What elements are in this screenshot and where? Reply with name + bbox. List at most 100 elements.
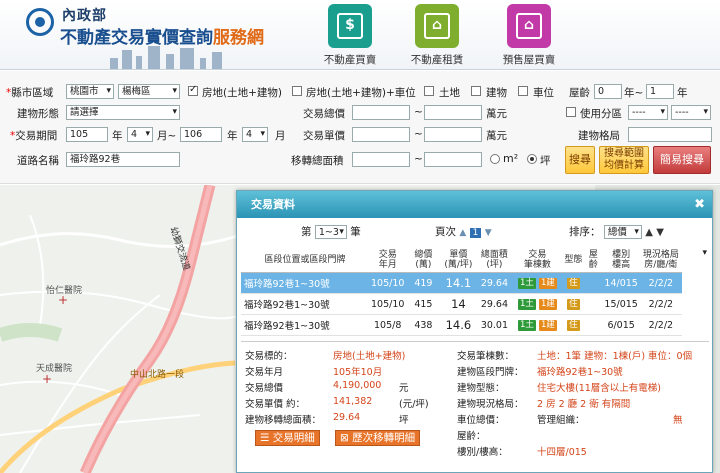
transfer-history-button[interactable]: ⊠ 歷次移轉明細	[335, 430, 421, 446]
cell-count: 1土 1建	[512, 314, 563, 336]
period-to-year-input[interactable]: 106	[180, 127, 222, 142]
range-suffix: 筆	[350, 226, 361, 238]
sort-select[interactable]: 總價	[603, 225, 642, 239]
cell-layout: 2/2/2	[639, 293, 682, 315]
type-land-checkbox[interactable]	[424, 86, 434, 96]
road-input[interactable]: 福玲路92巷	[66, 152, 180, 167]
table-row[interactable]: 福玲路92巷1~30號 105/10 419 14.1 29.64 1土 1建 …	[241, 272, 709, 294]
type-building-checkbox[interactable]	[471, 86, 481, 96]
sort-desc-icon[interactable]: ▼	[656, 227, 664, 238]
use-zone-select-b[interactable]: ----	[671, 105, 711, 120]
district-select[interactable]: 楊梅區	[118, 84, 180, 99]
search-button[interactable]: 搜尋	[565, 146, 595, 174]
triangle-down-icon[interactable]: ▼	[485, 228, 492, 238]
land-badge: 1土	[517, 320, 536, 331]
house-dollar-icon: $	[328, 4, 372, 48]
cell-type: 住	[562, 293, 585, 315]
use-zone-select-a[interactable]: ----	[628, 105, 668, 120]
detail-unit-value: 141,382	[333, 396, 373, 407]
type-land-building-parking-label: 房地(土地+建物)+車位	[306, 87, 416, 99]
use-zone-checkbox[interactable]	[566, 107, 576, 117]
col-header-layout[interactable]: 現況格局 房/廳/衛	[639, 248, 682, 273]
house-presale-icon: ⌂	[507, 4, 551, 48]
detail-date-value: 105年10月	[333, 367, 383, 378]
nav-label: 不動產租賃	[410, 54, 464, 66]
unit-price-max-input[interactable]	[424, 127, 482, 142]
period-from-year-input[interactable]: 105	[66, 127, 108, 142]
nav-presale-sale[interactable]: ⌂ 預售屋買賣	[494, 4, 564, 68]
cell-area: 29.64	[476, 293, 513, 315]
range-search-line2: 均價計算	[604, 160, 644, 171]
cell-total: 415	[406, 293, 441, 315]
cell-count: 1土 1建	[512, 272, 563, 294]
col-header-date[interactable]: 交易 年月	[369, 248, 407, 273]
unit-ping-label: 坪	[540, 155, 551, 167]
area-tilde: ~	[414, 153, 423, 165]
range-search-button[interactable]: 搜尋範圍 均價計算	[599, 146, 649, 174]
type-land-building-checkbox[interactable]	[188, 84, 198, 96]
col-header-area[interactable]: 總面積 (坪)	[476, 248, 513, 273]
ministry-logo-icon[interactable]	[26, 8, 54, 36]
cell-total: 419	[406, 272, 441, 294]
range-select[interactable]: 1~3	[314, 225, 347, 239]
period-from-month-select[interactable]: 4	[127, 127, 153, 142]
table-row[interactable]: 福玲路92巷1~30號 105/10 415 14 29.64 1土 1建 住 …	[241, 293, 709, 315]
period-to-month-select[interactable]: 4	[242, 127, 268, 142]
cell-count: 1土 1建	[512, 293, 563, 315]
area-min-input[interactable]	[352, 152, 410, 167]
col-header-count[interactable]: 交易 筆棟數	[512, 248, 563, 273]
col-header-type[interactable]: 型態	[562, 248, 585, 273]
period-label: *交易期間	[10, 130, 58, 142]
age-to-input[interactable]: 1	[646, 84, 674, 99]
col-header-address[interactable]: 區段位置或區段門牌	[241, 248, 369, 273]
layout-input[interactable]	[628, 127, 712, 142]
cell-area: 30.01	[476, 314, 513, 336]
cell-age	[584, 293, 603, 315]
age-label: 屋齡	[569, 87, 590, 99]
page-number[interactable]: 1	[469, 228, 482, 238]
col-header-total[interactable]: 總價 (萬)	[406, 248, 441, 273]
close-icon[interactable]: ✖	[694, 191, 705, 218]
unit-m2-radio[interactable]	[490, 154, 500, 164]
unit-ping-radio[interactable]	[527, 154, 537, 164]
sort-label: 排序：	[569, 226, 601, 238]
sort-asc-icon[interactable]: ▲	[645, 227, 653, 238]
triangle-up-icon[interactable]: ▲	[459, 228, 466, 238]
building-form-select[interactable]: 請選擇	[66, 105, 180, 120]
simple-search-button[interactable]: 簡易搜尋	[653, 146, 711, 174]
ministry-name: 內政部	[62, 8, 107, 24]
unit-price-min-input[interactable]	[352, 127, 410, 142]
col-header-unit-price[interactable]: 單價 (萬/坪)	[440, 248, 477, 273]
panel-header: 交易資料 ✖	[237, 191, 712, 218]
nav-real-estate-rent[interactable]: ⌂ 不動產租賃	[402, 4, 472, 68]
use-zone-label: 使用分區	[580, 108, 622, 120]
detail-layout-value: 2 房 2 廳 2 衛 有隔間	[537, 399, 631, 410]
cell-unit-price: 14.1	[440, 272, 477, 294]
area-max-input[interactable]	[424, 152, 482, 167]
panel-title: 交易資料	[251, 198, 295, 211]
col-header-age[interactable]: 屋齡	[584, 248, 603, 273]
cell-age	[584, 272, 603, 294]
transfer-history-label: 歷次移轉明細	[352, 432, 416, 444]
type-land-building-label: 房地(土地+建物)	[202, 87, 282, 99]
building-badge: 1建	[538, 320, 557, 331]
col-header-floor[interactable]: 樓別 樓高	[602, 248, 640, 273]
cell-floor: 6/015	[602, 314, 640, 336]
detail-total-label: 交易總價	[245, 383, 284, 394]
total-price-min-input[interactable]	[352, 105, 410, 120]
detail-unit-unit: (元/坪)	[399, 399, 429, 410]
nav-real-estate-sale[interactable]: $ 不動產買賣	[315, 4, 385, 68]
table-row[interactable]: 福玲路92巷1~30號 105/8 438 14.6 30.01 1土 1建 住…	[241, 314, 709, 336]
transaction-detail-button[interactable]: ☰ 交易明細	[255, 430, 320, 446]
county-label: *縣市區域	[6, 87, 54, 99]
total-price-max-input[interactable]	[424, 105, 482, 120]
total-price-unit: 萬元	[486, 108, 507, 120]
age-from-input[interactable]: 0	[594, 84, 622, 99]
search-form: *縣市區域 桃園市 楊梅區 房地(土地+建物) 房地(土地+建物)+車位 土地 …	[0, 71, 720, 184]
type-parking-checkbox[interactable]	[518, 86, 528, 96]
cross-icon: ⊠	[340, 432, 349, 444]
county-select[interactable]: 桃園市	[66, 84, 114, 99]
hospital-cross-icon: +	[58, 293, 69, 307]
list-icon: ☰	[260, 432, 270, 444]
type-land-building-parking-checkbox[interactable]	[292, 86, 302, 96]
